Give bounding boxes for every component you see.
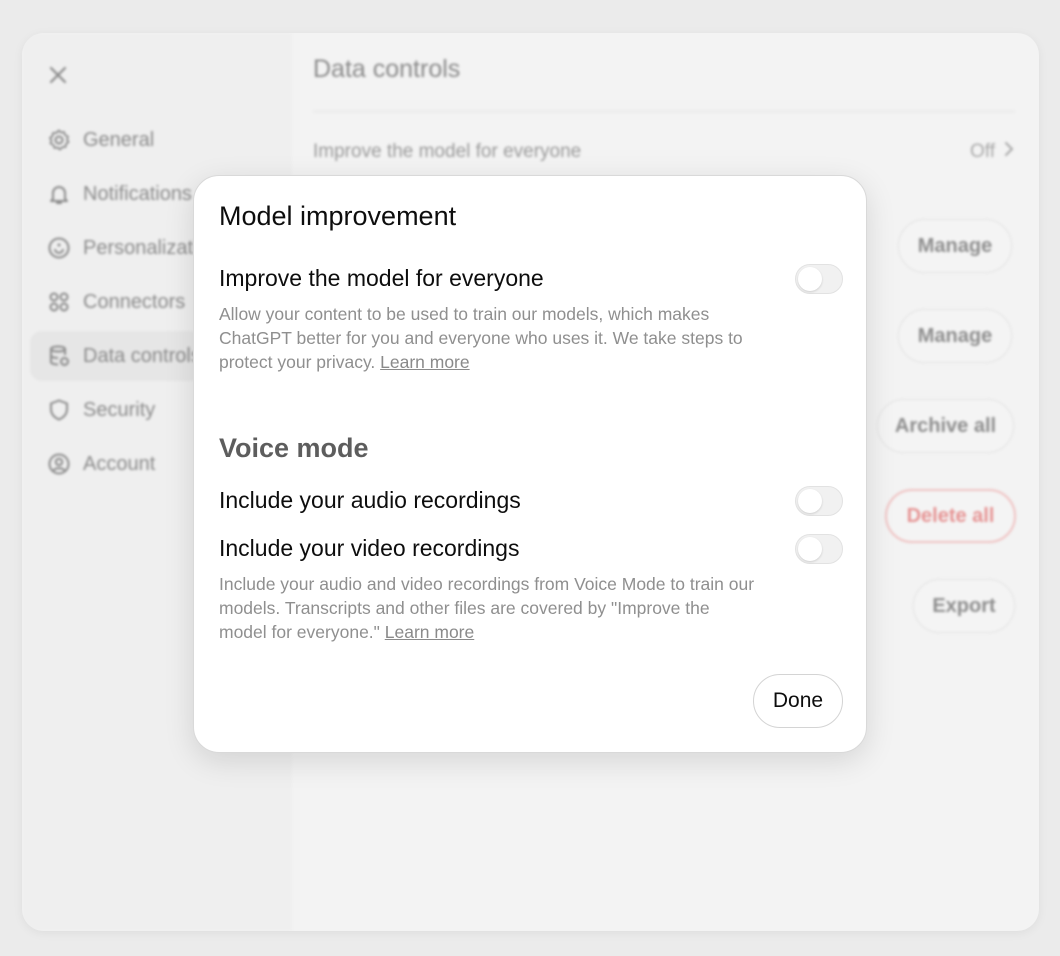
sidebar-item-label: Security — [83, 398, 156, 421]
sidebar-item-label: Connectors — [83, 290, 186, 313]
manage-button[interactable]: Manage — [898, 309, 1012, 363]
database-icon — [46, 343, 72, 369]
delete-all-button[interactable]: Delete all — [885, 489, 1016, 543]
personalization-icon — [46, 235, 72, 261]
manage-button[interactable]: Manage — [898, 219, 1012, 273]
chevron-right-icon — [1003, 141, 1015, 163]
shield-icon — [46, 397, 72, 423]
audio-recordings-toggle[interactable] — [795, 486, 843, 516]
sidebar-item-label: Account — [83, 452, 156, 475]
gear-icon — [46, 127, 72, 153]
improve-model-row-value: Off — [970, 141, 995, 162]
toggle-knob — [798, 537, 822, 561]
done-button[interactable]: Done — [753, 674, 843, 728]
voice-mode-heading: Voice mode — [219, 433, 369, 463]
improve-model-description: Allow your content to be used to train o… — [219, 304, 743, 372]
account-icon — [46, 451, 72, 477]
improve-model-row[interactable]: Improve the model for everyone Off — [313, 141, 1015, 163]
toggle-knob — [798, 489, 822, 513]
sidebar-item-label: General — [83, 128, 155, 151]
divider — [313, 111, 1015, 112]
archive-all-button[interactable]: Archive all — [877, 399, 1014, 453]
improve-model-row-label: Improve the model for everyone — [313, 141, 582, 162]
learn-more-link[interactable]: Learn more — [385, 622, 475, 642]
improve-model-label: Improve the model for everyone — [219, 265, 544, 291]
close-icon[interactable] — [46, 63, 70, 87]
sidebar-item-label: Data controls — [83, 344, 201, 367]
bell-icon — [46, 181, 72, 207]
video-recordings-toggle[interactable] — [795, 534, 843, 564]
model-improvement-dialog: Model improvement Improve the model for … — [193, 175, 867, 753]
improve-model-toggle[interactable] — [795, 264, 843, 294]
export-button[interactable]: Export — [913, 579, 1015, 633]
voice-mode-description: Include your audio and video recordings … — [219, 574, 755, 642]
connectors-icon — [46, 289, 72, 315]
learn-more-link[interactable]: Learn more — [380, 352, 470, 372]
toggle-knob — [798, 267, 822, 291]
audio-recordings-label: Include your audio recordings — [219, 487, 521, 513]
page-title: Data controls — [313, 55, 461, 83]
dialog-title: Model improvement — [219, 201, 457, 231]
sidebar-item-general[interactable]: General — [30, 115, 284, 165]
video-recordings-label: Include your video recordings — [219, 535, 520, 561]
sidebar-item-label: Notifications — [83, 182, 192, 205]
